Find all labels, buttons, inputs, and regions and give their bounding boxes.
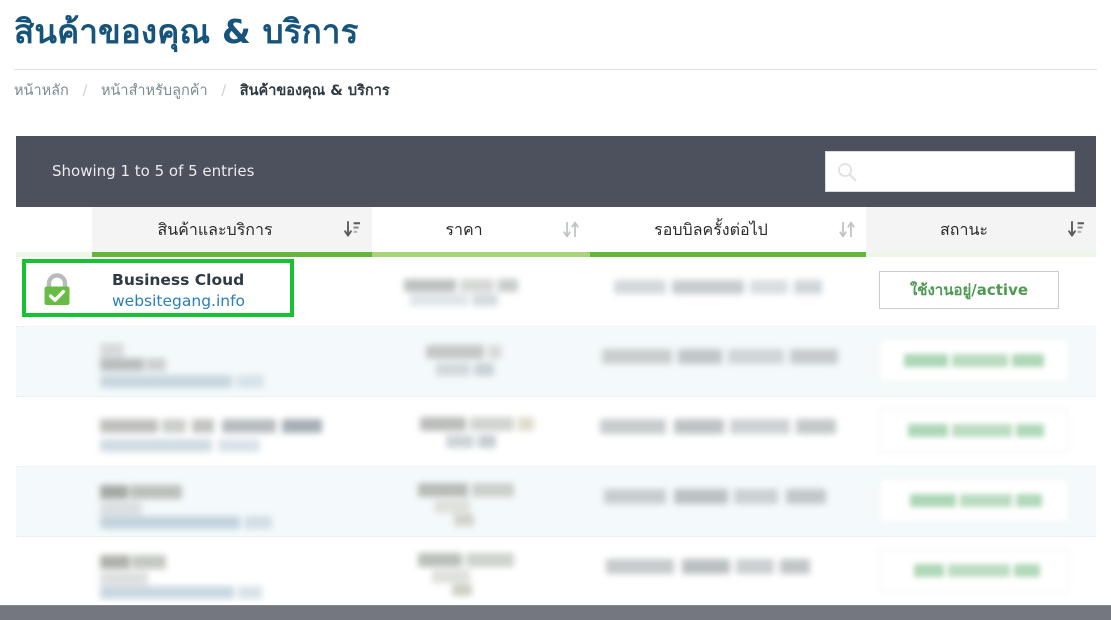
redacted-next-due	[604, 489, 852, 515]
table-header-status[interactable]: สถานะ	[866, 207, 1096, 252]
cell-product[interactable]: Business Cloud websitegang.info	[16, 257, 372, 327]
search-box[interactable]	[825, 151, 1075, 193]
redacted-next-due	[606, 559, 846, 585]
breadcrumb-separator: /	[82, 83, 88, 99]
status-badge: ใช้งานอยู่/active	[879, 271, 1059, 309]
cell-next-due	[590, 397, 866, 467]
table-header-status-label: สถานะ	[940, 220, 988, 239]
cell-product[interactable]	[16, 467, 372, 537]
cell-product[interactable]	[16, 537, 372, 607]
green-padlock-check-icon	[44, 273, 70, 305]
sort-desc-icon[interactable]	[344, 220, 362, 239]
cell-product[interactable]	[16, 397, 372, 467]
cell-next-due	[590, 327, 866, 397]
scrollbar-thumb[interactable]	[0, 605, 1111, 620]
table-header-row: สินค้าและบริการ ราคา รอบบิลครั้งต่อไป สถ…	[16, 207, 1096, 252]
cell-status	[866, 467, 1096, 537]
sort-none-icon[interactable]	[838, 220, 856, 239]
entries-info: Showing 1 to 5 of 5 entries	[52, 162, 255, 180]
table-row[interactable]	[16, 467, 1096, 537]
cell-status	[866, 327, 1096, 397]
cell-status	[866, 397, 1096, 467]
table-body: Business Cloud websitegang.info ใช้งานอย…	[16, 257, 1096, 607]
cell-price	[372, 467, 590, 537]
horizontal-scrollbar[interactable]	[0, 605, 1111, 620]
table-header-next-due-label: รอบบิลครั้งต่อไป	[654, 220, 768, 239]
cell-status	[866, 537, 1096, 607]
table-row[interactable]	[16, 327, 1096, 397]
page-title: สินค้าของคุณ & บริการ	[14, 12, 359, 51]
redacted-product	[100, 419, 340, 455]
redacted-price	[418, 483, 538, 526]
breadcrumb-item-client-area[interactable]: หน้าสำหรับลูกค้า	[101, 83, 208, 99]
cell-next-due	[590, 467, 866, 537]
redacted-next-due	[614, 278, 834, 304]
table-header-spacer	[16, 207, 92, 252]
redacted-price	[426, 345, 556, 381]
redacted-product	[100, 555, 320, 599]
redacted-price	[404, 277, 544, 309]
cell-next-due	[590, 257, 866, 327]
table-header-product[interactable]: สินค้าและบริการ	[92, 207, 372, 252]
sort-desc-icon[interactable]	[1068, 220, 1086, 239]
breadcrumb: หน้าหลัก / หน้าสำหรับลูกค้า / สินค้าของค…	[14, 80, 390, 102]
sort-none-icon[interactable]	[562, 220, 580, 239]
redacted-price	[418, 553, 538, 596]
redacted-next-due	[600, 419, 850, 443]
services-table: สินค้าและบริการ ราคา รอบบิลครั้งต่อไป สถ…	[16, 207, 1096, 607]
redacted-next-due	[602, 349, 850, 373]
search-input[interactable]	[864, 152, 1068, 193]
redacted-product	[100, 485, 320, 529]
page-root: สินค้าของคุณ & บริการ หน้าหลัก / หน้าสำห…	[0, 0, 1111, 620]
breadcrumb-item-current: สินค้าของคุณ & บริการ	[239, 83, 390, 99]
highlight-box: Business Cloud websitegang.info	[22, 259, 294, 317]
breadcrumb-item-home[interactable]: หน้าหลัก	[14, 83, 69, 99]
redacted-status-badge	[879, 479, 1069, 523]
table-row[interactable]: Business Cloud websitegang.info ใช้งานอย…	[16, 257, 1096, 327]
table-row[interactable]	[16, 397, 1096, 467]
redacted-product	[100, 343, 320, 388]
services-panel: Showing 1 to 5 of 5 entries สินค้าและบริ…	[16, 136, 1096, 607]
cell-price	[372, 397, 590, 467]
table-header-next-due[interactable]: รอบบิลครั้งต่อไป	[590, 207, 866, 252]
table-header-price[interactable]: ราคา	[372, 207, 590, 252]
cell-price	[372, 257, 590, 327]
cell-next-due	[590, 537, 866, 607]
redacted-status-badge	[879, 409, 1069, 453]
product-name: Business Cloud	[112, 271, 245, 289]
table-toolbar: Showing 1 to 5 of 5 entries	[16, 136, 1096, 207]
table-header-product-label: สินค้าและบริการ	[157, 220, 273, 239]
table-header-price-label: ราคา	[445, 220, 483, 239]
redacted-status-badge	[879, 549, 1069, 593]
cell-status: ใช้งานอยู่/active	[866, 257, 1096, 327]
cell-price	[372, 537, 590, 607]
product-domain-link[interactable]: websitegang.info	[112, 292, 245, 310]
cell-price	[372, 327, 590, 397]
title-divider	[14, 69, 1097, 70]
table-row[interactable]	[16, 537, 1096, 607]
search-icon	[837, 162, 857, 182]
redacted-status-badge	[879, 339, 1069, 383]
cell-product[interactable]	[16, 327, 372, 397]
breadcrumb-separator: /	[221, 83, 227, 99]
redacted-price	[420, 417, 550, 451]
